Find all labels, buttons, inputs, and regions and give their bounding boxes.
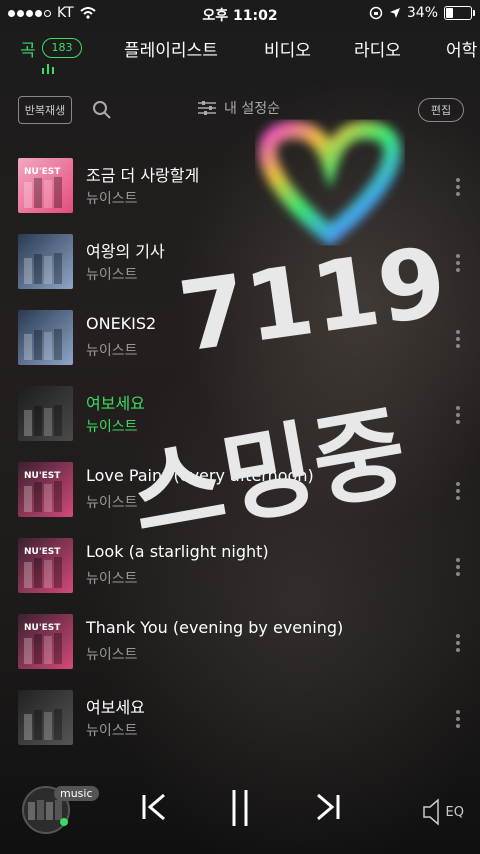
song-artist: 뉴이스트	[86, 647, 138, 663]
list-toolbar: 반복재생 내 설정순 편집	[0, 92, 480, 128]
song-artist: 뉴이스트	[86, 191, 138, 207]
battery-icon	[444, 6, 475, 20]
song-row[interactable]: NU'EST 조금 더 사랑할게뉴이스트	[0, 150, 480, 226]
song-row[interactable]: 여보세요뉴이스트	[0, 682, 480, 758]
tab-language-label: 어학	[446, 41, 478, 61]
song-title: 여보세요	[86, 394, 145, 413]
tab-language[interactable]: 어학	[446, 36, 477, 61]
next-icon[interactable]	[314, 792, 342, 822]
album-art: NU'EST	[18, 538, 73, 593]
album-art	[18, 386, 73, 441]
sort-label: 내 설정순	[224, 101, 280, 117]
song-row[interactable]: NU'EST Thank You (evening by evening) 뉴이스트	[0, 606, 480, 682]
previous-icon[interactable]	[140, 792, 168, 822]
more-options-icon[interactable]	[456, 254, 460, 272]
more-options-icon[interactable]	[456, 710, 460, 728]
tab-radio-label: 라디오	[354, 41, 401, 61]
more-options-icon[interactable]	[456, 482, 460, 500]
song-count-badge: 183	[42, 38, 82, 58]
song-artist: 뉴이스트	[86, 495, 138, 511]
tab-playlists[interactable]: 플레이리스트	[124, 36, 218, 61]
playing-bars-icon	[42, 64, 54, 74]
playing-indicator	[60, 818, 68, 826]
more-options-icon[interactable]	[456, 634, 460, 652]
song-row[interactable]: 여왕의 기사뉴이스트	[0, 226, 480, 302]
tab-songs[interactable]: 곡	[20, 36, 36, 61]
song-title: 여보세요	[86, 698, 145, 717]
song-artist: 뉴이스트	[86, 723, 138, 739]
song-title: 조금 더 사랑할게	[86, 166, 200, 185]
repeat-button[interactable]: 반복재생	[18, 96, 72, 124]
rotation-lock-icon	[369, 6, 383, 20]
song-row[interactable]: NU'EST Love Paint (every afternoon) 뉴이스트	[0, 454, 480, 530]
album-art-text: NU'EST	[24, 167, 61, 177]
song-row[interactable]: ONEKIS2 뉴이스트	[0, 302, 480, 378]
more-options-icon[interactable]	[456, 178, 460, 196]
mini-player: music EQ	[0, 760, 480, 854]
more-options-icon[interactable]	[456, 330, 460, 348]
song-artist: 뉴이스트	[86, 343, 138, 359]
status-bar: KT 오후 11:02 34%	[0, 0, 480, 28]
album-art-text: NU'EST	[24, 547, 61, 557]
album-art	[18, 690, 73, 745]
pause-icon[interactable]	[228, 788, 252, 828]
category-tabs: 곡 183 플레이리스트 비디오 라디오 어학	[0, 34, 480, 74]
eq-label: EQ	[445, 804, 464, 820]
song-artist: 뉴이스트	[86, 571, 138, 587]
song-title: Love Paint (every afternoon)	[86, 466, 314, 485]
location-icon	[389, 8, 400, 18]
tab-radio[interactable]: 라디오	[354, 36, 401, 61]
song-row[interactable]: 여보세요뉴이스트	[0, 378, 480, 454]
album-art-text: NU'EST	[24, 623, 61, 633]
song-title: Thank You (evening by evening)	[86, 618, 344, 637]
search-icon[interactable]	[92, 100, 112, 120]
album-art: NU'EST	[18, 462, 73, 517]
song-title: 여왕의 기사	[86, 242, 165, 261]
album-art	[18, 234, 73, 289]
tab-playlists-label: 플레이리스트	[124, 41, 218, 61]
edit-button[interactable]: 편집	[418, 98, 464, 122]
album-art: NU'EST	[18, 614, 73, 669]
song-title: Look (a starlight night)	[86, 542, 269, 561]
tab-songs-label: 곡	[20, 41, 36, 61]
eq-button[interactable]: EQ	[422, 798, 464, 826]
album-art: NU'EST	[18, 158, 73, 213]
more-options-icon[interactable]	[456, 406, 460, 424]
song-artist: 뉴이스트	[86, 419, 138, 435]
speaker-icon	[422, 798, 439, 826]
tab-videos[interactable]: 비디오	[264, 36, 311, 61]
song-artist: 뉴이스트	[86, 267, 138, 283]
more-options-icon[interactable]	[456, 558, 460, 576]
battery-percent: 34%	[406, 5, 438, 21]
song-row[interactable]: NU'EST Look (a starlight night) 뉴이스트	[0, 530, 480, 606]
album-art	[18, 310, 73, 365]
music-tag: music	[54, 786, 99, 801]
sort-button[interactable]: 내 설정순	[198, 98, 280, 118]
song-title: ONEKIS2	[86, 314, 157, 333]
album-art-text: NU'EST	[24, 471, 61, 481]
sort-filter-icon	[198, 101, 216, 115]
tab-videos-label: 비디오	[264, 41, 311, 61]
